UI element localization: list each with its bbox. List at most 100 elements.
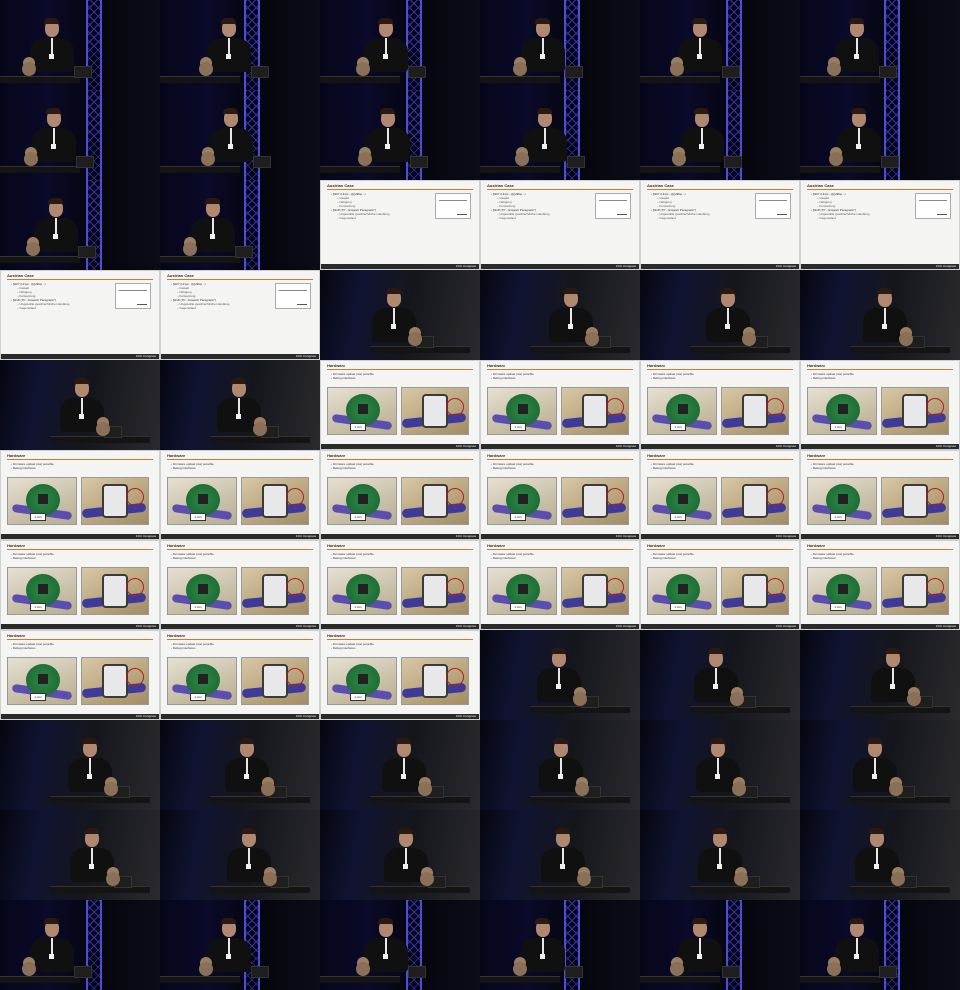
lectern-desk <box>210 796 310 803</box>
video-frame-thumbnail[interactable] <box>640 0 800 90</box>
video-frame-thumbnail[interactable] <box>800 900 960 990</box>
video-frame-thumbnail[interactable] <box>160 810 320 900</box>
video-frame-thumbnail[interactable] <box>0 720 160 810</box>
scale-label: 1 mm <box>190 513 206 521</box>
red-wire <box>766 398 784 416</box>
video-frame-thumbnail[interactable] <box>320 900 480 990</box>
photo-device <box>401 567 469 615</box>
video-frame-thumbnail[interactable] <box>0 90 160 180</box>
video-frame-thumbnail[interactable] <box>0 0 160 90</box>
video-frame-thumbnail[interactable]: Austrian Case CCC Congress › §207 (Urspr..… <box>800 180 960 270</box>
lanyard <box>717 758 719 774</box>
photo-circuit-board: 1 mm <box>647 477 717 525</box>
speaker-hair <box>223 108 238 114</box>
video-frame-thumbnail[interactable]: Hardware CCC Congress › Firmware update (v… <box>160 630 320 720</box>
video-frame-thumbnail[interactable] <box>480 90 640 180</box>
slide-footer: CCC Congress <box>1 534 159 539</box>
slide-title-rule <box>487 189 633 190</box>
name-badge <box>385 144 390 149</box>
video-frame-thumbnail[interactable] <box>0 810 160 900</box>
video-frame-thumbnail[interactable] <box>640 270 800 360</box>
video-frame-thumbnail[interactable]: Austrian Case CCC Congress › §207 (Urspr..… <box>0 270 160 360</box>
video-frame-thumbnail[interactable] <box>800 630 960 720</box>
video-frame-thumbnail[interactable] <box>320 90 480 180</box>
video-frame-thumbnail[interactable] <box>640 900 800 990</box>
video-frame-thumbnail[interactable]: Hardware CCC Congress › Firmware update (v… <box>320 450 480 540</box>
scale-label: 1 mm <box>350 513 366 521</box>
video-frame-thumbnail[interactable]: Hardware CCC Congress › Firmware update (v… <box>480 450 640 540</box>
video-frame-thumbnail[interactable] <box>160 360 320 450</box>
video-frame-thumbnail[interactable] <box>800 90 960 180</box>
video-frame-thumbnail[interactable] <box>640 90 800 180</box>
slide-bullet: › Debug interfaces <box>491 376 516 380</box>
video-frame-thumbnail[interactable] <box>320 0 480 90</box>
video-frame-thumbnail[interactable]: Austrian Case CCC Congress › §207 (Urspr..… <box>320 180 480 270</box>
video-frame-thumbnail[interactable]: Hardware CCC Congress › Firmware update (v… <box>480 360 640 450</box>
video-frame-thumbnail[interactable]: Austrian Case CCC Congress › §207 (Urspr..… <box>160 270 320 360</box>
video-frame-thumbnail[interactable] <box>480 900 640 990</box>
lanyard <box>884 308 886 324</box>
video-frame-thumbnail[interactable]: Hardware CCC Congress › Firmware update (v… <box>480 540 640 630</box>
lectern-desk <box>160 256 240 263</box>
video-frame-thumbnail[interactable] <box>480 270 640 360</box>
video-frame-thumbnail[interactable]: Hardware CCC Congress › Firmware update (v… <box>800 540 960 630</box>
video-frame-thumbnail[interactable] <box>160 90 320 180</box>
slide-title: Hardware <box>487 453 506 458</box>
device-housing <box>582 574 608 608</box>
video-frame-thumbnail[interactable] <box>160 900 320 990</box>
video-frame-thumbnail[interactable] <box>0 900 160 990</box>
slide-title: Hardware <box>487 543 506 548</box>
video-frame-thumbnail[interactable] <box>800 720 960 810</box>
plush-monkey <box>829 152 843 166</box>
speaker-hair <box>74 378 89 384</box>
speaker-hair <box>535 918 550 924</box>
video-frame-thumbnail[interactable] <box>0 360 160 450</box>
name-badge <box>383 954 388 959</box>
video-frame-thumbnail[interactable] <box>480 720 640 810</box>
slide-title: Hardware <box>807 543 826 548</box>
video-frame-thumbnail[interactable]: Hardware CCC Congress › Firmware update (v… <box>0 540 160 630</box>
lanyard <box>892 668 894 684</box>
video-frame-thumbnail[interactable]: Hardware CCC Congress › Firmware update (v… <box>640 540 800 630</box>
video-frame-thumbnail[interactable] <box>160 720 320 810</box>
slide-bullet: › Debug interfaces <box>811 466 836 470</box>
video-frame-thumbnail[interactable] <box>320 720 480 810</box>
video-frame-thumbnail[interactable] <box>480 630 640 720</box>
video-frame-thumbnail[interactable]: Hardware CCC Congress › Firmware update (v… <box>800 450 960 540</box>
lanyard <box>385 938 387 954</box>
name-badge <box>391 324 396 329</box>
video-frame-thumbnail[interactable]: Hardware CCC Congress › Firmware update (v… <box>0 450 160 540</box>
video-frame-thumbnail[interactable] <box>160 180 320 270</box>
video-frame-thumbnail[interactable] <box>480 810 640 900</box>
red-wire <box>766 578 784 596</box>
video-frame-thumbnail[interactable] <box>800 810 960 900</box>
photo-circuit-board: 1 mm <box>327 567 397 615</box>
video-frame-thumbnail[interactable] <box>480 0 640 90</box>
video-frame-thumbnail[interactable]: Hardware CCC Congress › Firmware update (v… <box>320 540 480 630</box>
video-frame-thumbnail[interactable] <box>0 180 160 270</box>
video-frame-thumbnail[interactable]: Hardware CCC Congress › Firmware update (v… <box>0 630 160 720</box>
lanyard <box>727 308 729 324</box>
video-frame-thumbnail[interactable] <box>320 270 480 360</box>
video-frame-thumbnail[interactable] <box>800 0 960 90</box>
name-badge <box>540 954 545 959</box>
video-frame-thumbnail[interactable]: Hardware CCC Congress › Firmware update (v… <box>640 450 800 540</box>
video-frame-thumbnail[interactable] <box>640 720 800 810</box>
video-frame-thumbnail[interactable]: Hardware CCC Congress › Firmware update (v… <box>800 360 960 450</box>
video-frame-thumbnail[interactable]: Hardware CCC Congress › Firmware update (v… <box>160 450 320 540</box>
video-frame-thumbnail[interactable] <box>320 810 480 900</box>
video-frame-thumbnail[interactable]: Hardware CCC Congress › Firmware update (v… <box>160 540 320 630</box>
video-frame-thumbnail[interactable]: Austrian Case CCC Congress › §207 (Urspr..… <box>480 180 640 270</box>
video-frame-thumbnail[interactable]: Hardware CCC Congress › Firmware update (v… <box>320 360 480 450</box>
lanyard <box>542 38 544 54</box>
red-wire <box>766 488 784 506</box>
video-frame-thumbnail[interactable] <box>640 810 800 900</box>
video-frame-thumbnail[interactable] <box>160 0 320 90</box>
video-frame-thumbnail[interactable] <box>800 270 960 360</box>
video-frame-thumbnail[interactable]: Austrian Case CCC Congress › §207 (Urspr..… <box>640 180 800 270</box>
video-frame-thumbnail[interactable]: Hardware CCC Congress › Firmware update (v… <box>320 630 480 720</box>
video-frame-thumbnail[interactable] <box>640 630 800 720</box>
slide-footer: CCC Congress <box>481 264 639 269</box>
plush-monkey <box>515 152 529 166</box>
video-frame-thumbnail[interactable]: Hardware CCC Congress › Firmware update (v… <box>640 360 800 450</box>
